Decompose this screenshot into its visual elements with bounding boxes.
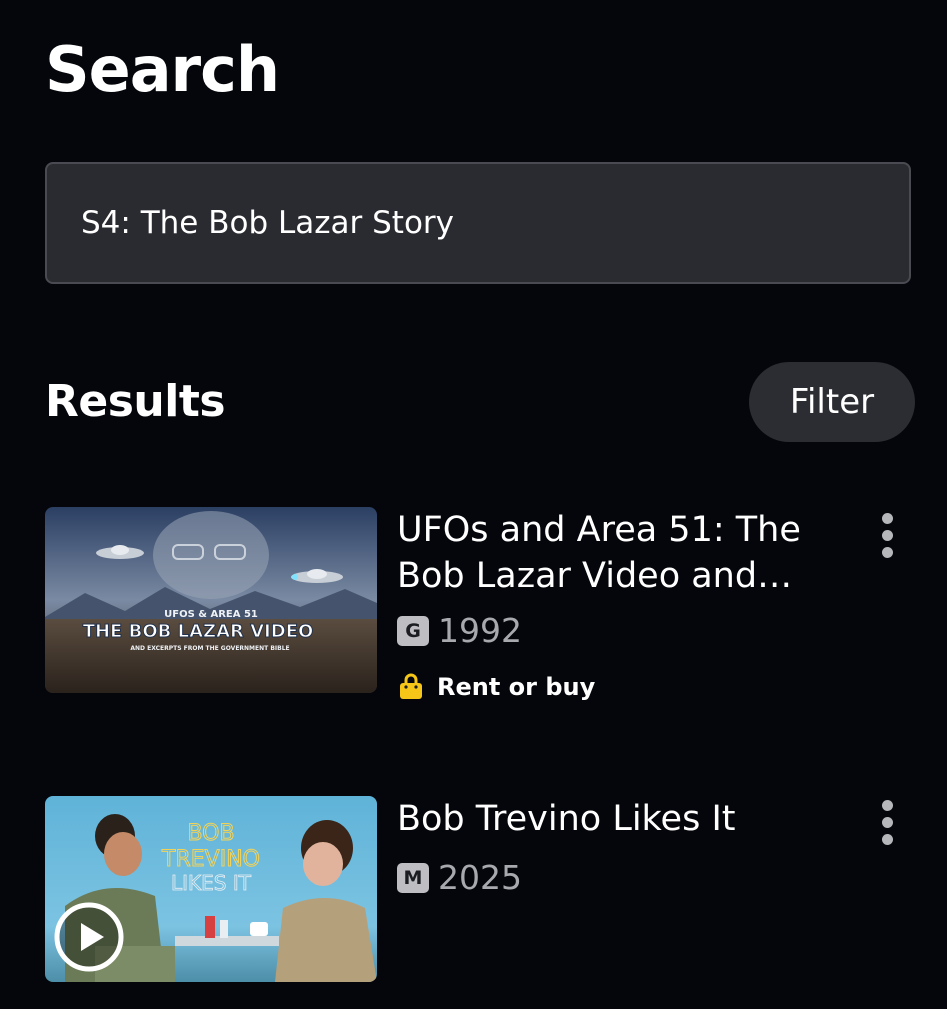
search-input[interactable] [81,164,861,282]
rating-badge: M [397,862,429,893]
shopping-bag-icon [400,673,422,699]
thumbnail-text: TREVINO [161,847,260,872]
release-year: 2025 [438,858,522,897]
offer-label: Rent or buy [437,673,596,701]
more-dot [881,816,893,828]
thumbnail-text: UFOS & AREA 51 [164,609,258,620]
release-year: 1992 [438,611,522,650]
result-title[interactable]: UFOs and Area 51: The Bob Lazar Video an… [397,507,837,599]
thumbnail-text: LIKES IT [171,871,252,895]
thumbnail-text: BOB [187,821,234,846]
result-item[interactable]: UFOS & AREA 51 THE BOB LAZAR VIDEO AND E… [45,505,925,701]
play-circle-icon[interactable] [53,901,125,973]
result-thumbnail[interactable]: UFOS & AREA 51 THE BOB LAZAR VIDEO AND E… [45,507,377,693]
more-options-button[interactable] [867,505,907,565]
result-item[interactable]: BOB TREVINO LIKES IT Bob Trevino Likes I… [45,796,925,986]
search-box[interactable] [45,162,911,284]
search-page: Search Results Filter [0,0,947,1009]
result-thumbnail[interactable]: BOB TREVINO LIKES IT [45,796,377,982]
result-title[interactable]: Bob Trevino Likes It [397,796,837,842]
more-options-button[interactable] [867,792,907,852]
more-dot [881,799,893,811]
result-meta: M 2025 [397,858,522,897]
thumbnail-text: THE BOB LAZAR VIDEO [83,621,314,642]
rating-badge: G [397,615,429,646]
more-dot [881,529,893,541]
thumbnail-text: AND EXCERPTS FROM THE GOVERNMENT BIBLE [130,645,289,652]
rent-or-buy-label: Rent or buy [397,673,595,701]
more-dot [881,512,893,524]
result-meta: G 1992 [397,611,522,650]
results-heading: Results [45,376,226,427]
page-title: Search [45,33,280,106]
more-dot [881,833,893,845]
more-dot [881,546,893,558]
filter-button[interactable]: Filter [749,362,915,442]
